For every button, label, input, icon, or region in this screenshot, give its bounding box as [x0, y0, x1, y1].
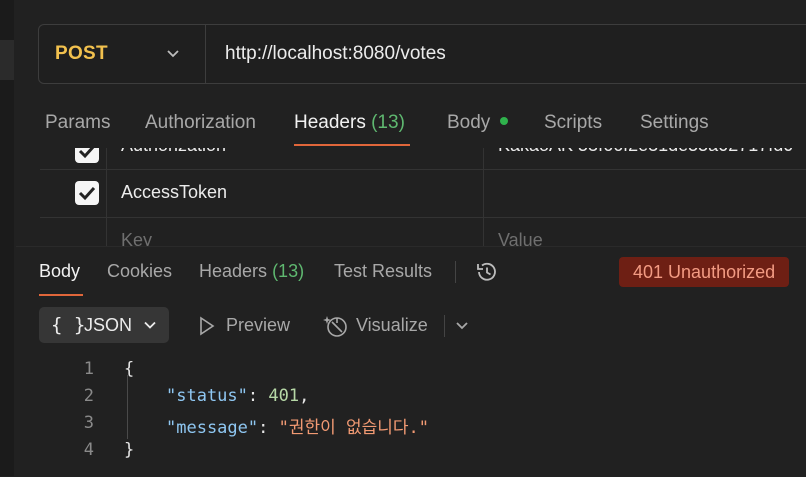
- checkbox[interactable]: [75, 181, 99, 205]
- close-brace: }: [124, 440, 135, 460]
- json-string: "권한이 없습니다.": [278, 418, 430, 438]
- table-row: AccessToken: [40, 169, 806, 218]
- checkbox-cell: [40, 148, 107, 169]
- active-tab-underline: [294, 144, 410, 146]
- url-divider: [205, 25, 206, 83]
- value-placeholder[interactable]: Value: [498, 230, 543, 246]
- response-tab-cookies[interactable]: Cookies: [107, 261, 172, 282]
- line-number: 4: [83, 440, 94, 460]
- braces-icon: { }: [51, 314, 86, 336]
- sidebar-strip: [0, 0, 14, 476]
- response-tab-test-results[interactable]: Test Results: [334, 261, 432, 282]
- divider: [455, 261, 456, 283]
- header-key[interactable]: Authorization: [121, 148, 226, 156]
- play-icon: [200, 316, 215, 336]
- preview-label: Preview: [226, 315, 291, 335]
- tab-body-label: Body: [447, 112, 491, 133]
- code-line: 2 "status": 401,: [16, 386, 806, 413]
- code-text: "status": 401,: [166, 386, 310, 406]
- tab-headers-count: (13): [371, 112, 405, 133]
- response-tab-headers-label: Headers: [199, 261, 268, 281]
- tab-settings[interactable]: Settings: [640, 112, 709, 134]
- code-line: 4 }: [16, 440, 806, 467]
- format-label: JSON: [84, 315, 133, 335]
- sidebar-highlight: [0, 40, 14, 80]
- json-key: "message": [166, 418, 259, 438]
- table-row: Authorization KakaoAK 53f66f2e31de55a027…: [40, 148, 806, 170]
- tab-body[interactable]: Body: [447, 112, 509, 134]
- visualize-icon: [323, 316, 347, 337]
- line-number: 2: [83, 386, 94, 406]
- table-row-empty: Key Value: [40, 218, 806, 246]
- response-pane: Body Cookies Headers (13) Test Results 4…: [16, 246, 806, 477]
- response-active-underline: [39, 294, 83, 296]
- chevron-down-icon: [144, 321, 156, 329]
- tab-headers[interactable]: Headers (13): [294, 112, 405, 134]
- visualize-label: Visualize: [356, 315, 428, 335]
- url-bar: POST http://localhost:8080/votes: [38, 24, 806, 84]
- check-icon: [78, 148, 95, 159]
- code-line: 1 {: [16, 359, 806, 386]
- chevron-down-icon[interactable]: [454, 317, 470, 333]
- chevron-down-icon[interactable]: [165, 45, 181, 61]
- tab-scripts[interactable]: Scripts: [544, 112, 602, 134]
- open-brace: {: [124, 359, 135, 379]
- history-icon[interactable]: [474, 259, 500, 285]
- key-placeholder[interactable]: Key: [121, 230, 152, 246]
- response-tab-body[interactable]: Body: [39, 261, 80, 282]
- request-tabs: Params Authorization Headers (13) Body S…: [0, 108, 806, 148]
- format-selector[interactable]: { } JSON: [39, 307, 169, 343]
- line-number: 3: [83, 413, 94, 433]
- code-line: 3 "message": "권한이 없습니다.": [16, 413, 806, 440]
- divider: [444, 315, 445, 337]
- checkbox[interactable]: [75, 148, 99, 163]
- json-key: "status": [166, 386, 248, 406]
- method-selector[interactable]: POST: [55, 43, 108, 65]
- body-indicator-dot: [500, 116, 509, 125]
- response-tab-headers[interactable]: Headers (13): [199, 261, 304, 282]
- checkbox-cell: [40, 169, 107, 217]
- tab-params[interactable]: Params: [45, 112, 110, 134]
- key-cell: [106, 218, 484, 246]
- checkbox-cell: [40, 218, 107, 246]
- status-badge: 401 Unauthorized: [619, 257, 790, 287]
- headers-table: Authorization KakaoAK 53f66f2e31de55a027…: [40, 148, 806, 246]
- tab-authorization[interactable]: Authorization: [145, 112, 256, 134]
- header-value[interactable]: KakaoAK 53f66f2e31de55a02717fd0: [498, 148, 793, 156]
- tab-headers-label: Headers: [294, 112, 366, 133]
- line-number: 1: [83, 359, 94, 379]
- code-text: "message": "권한이 없습니다.": [166, 418, 430, 438]
- url-input[interactable]: http://localhost:8080/votes: [225, 43, 446, 65]
- check-icon: [78, 186, 96, 201]
- header-key[interactable]: AccessToken: [121, 182, 227, 203]
- response-tab-headers-count: (13): [272, 261, 305, 281]
- json-number: 401: [268, 386, 300, 406]
